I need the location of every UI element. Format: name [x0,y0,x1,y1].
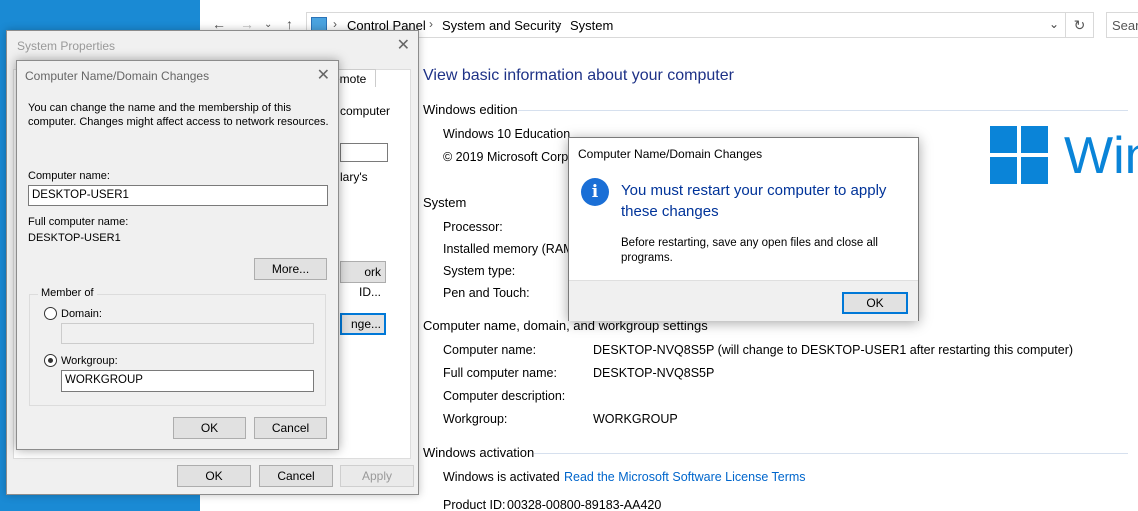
domain-input[interactable] [61,323,314,344]
close-icon[interactable]: ✕ [317,65,330,85]
section-divider [518,110,1128,111]
change-button[interactable]: nge... [340,313,386,335]
restart-message-dialog: Computer Name/Domain Changes i You must … [568,137,919,321]
dialog-title: System Properties [17,39,116,53]
more-button[interactable]: More... [254,258,327,280]
computer-name-label: Computer name: [443,343,537,357]
product-id-label: Product ID: [443,498,506,511]
workgroup-value: WORKGROUP [593,412,678,426]
computer-description-label: Computer description: [443,389,566,403]
search-input[interactable]: Sear [1106,12,1138,38]
copyright-value: © 2019 Microsoft Corpo [443,150,576,164]
edition-value: Windows 10 Education [443,127,571,141]
cancel-button[interactable]: Cancel [259,465,333,487]
domain-radio[interactable] [44,307,57,320]
full-computer-name-label: Full computer name: [443,366,557,380]
system-type-label: System type: [443,264,516,278]
apply-button[interactable]: Apply [340,465,414,487]
computer-name-value: DESKTOP-NVQ8S5P (will change to DESKTOP-… [593,343,1074,357]
breadcrumb-chevron-icon[interactable]: › [429,17,433,31]
refresh-icon: ↻ [1073,17,1086,33]
main-instruction: You must restart your computer to apply … [621,180,916,222]
supplemental-line-1: Before restarting, save any open files a… [621,237,878,249]
member-of-group: Member of Domain: Workgroup: WORKGROUP [29,287,326,406]
dialog-title: Computer Name/Domain Changes [25,69,210,83]
section-header-activation: Windows activation [423,445,535,460]
main-instruction-line-1: You must restart your computer to apply [621,182,887,199]
member-of-label: Member of [38,287,97,299]
pen-touch-label: Pen and Touch: [443,286,530,300]
cancel-button[interactable]: Cancel [254,417,327,439]
section-header-windows-edition: Windows edition [423,102,518,117]
main-instruction-line-2: these changes [621,203,719,220]
address-bar[interactable]: › Control Panel › System and Security › … [306,12,1066,38]
workgroup-radio[interactable] [44,354,57,367]
page-title: View basic information about your comput… [423,67,734,84]
processor-label: Processor: [443,220,503,234]
description-line-1: You can change the name and the membersh… [28,102,292,114]
workgroup-label: Workgroup: [443,412,508,426]
dialog-footer: OK [569,280,918,321]
ok-button[interactable]: OK [842,292,908,314]
windows-logo-text: Win [1064,127,1138,185]
description-input[interactable] [340,143,388,162]
description-line-2: computer. Changes might affect access to… [28,116,329,128]
control-panel-icon [311,17,327,31]
computer-name-input[interactable]: DESKTOP-USER1 [28,185,328,206]
close-icon[interactable]: ✕ [397,35,410,55]
ok-button[interactable]: OK [173,417,246,439]
full-computer-name-value: DESKTOP-NVQ8S5P [593,366,715,380]
partial-description-text: computer [340,104,391,118]
workgroup-input[interactable]: WORKGROUP [61,370,314,392]
computer-name-label: Computer name: [28,170,110,182]
breadcrumb-chevron-icon[interactable]: › [557,17,561,31]
full-computer-name-value: DESKTOP-USER1 [28,232,121,244]
computer-name-changes-dialog: Computer Name/Domain Changes ✕ You can c… [16,60,339,450]
dialog-title: Computer Name/Domain Changes [578,147,763,161]
recent-chevron-down-icon[interactable]: ⌄ [264,19,272,30]
ok-button[interactable]: OK [177,465,251,487]
info-icon: i [581,178,609,206]
activation-status: Windows is activated [443,470,560,484]
network-id-button[interactable]: ork ID... [340,261,386,299]
full-computer-name-label: Full computer name: [28,216,129,228]
product-id-value: 00328-00800-89183-AA420 [507,498,662,511]
refresh-button[interactable]: ↻ [1066,12,1094,38]
breadcrumb-system[interactable]: System [570,18,613,33]
license-terms-link[interactable]: Read the Microsoft Software License Term… [564,470,806,484]
domain-label: Domain: [61,308,102,320]
address-dropdown-chevron-icon[interactable]: ⌄ [1049,17,1059,31]
windows-logo-icon [990,126,1048,184]
breadcrumb-chevron-icon[interactable]: › [333,17,337,31]
workgroup-label: Workgroup: [61,355,118,367]
memory-label: Installed memory (RAM [443,242,574,256]
section-header-system: System [423,195,467,210]
supplemental-text: Before restarting, save any open files a… [621,236,911,266]
partial-example-text: lary's [340,170,368,184]
section-divider [534,453,1128,454]
breadcrumb-system-and-security[interactable]: System and Security [442,18,561,33]
supplemental-line-2: programs. [621,252,673,264]
